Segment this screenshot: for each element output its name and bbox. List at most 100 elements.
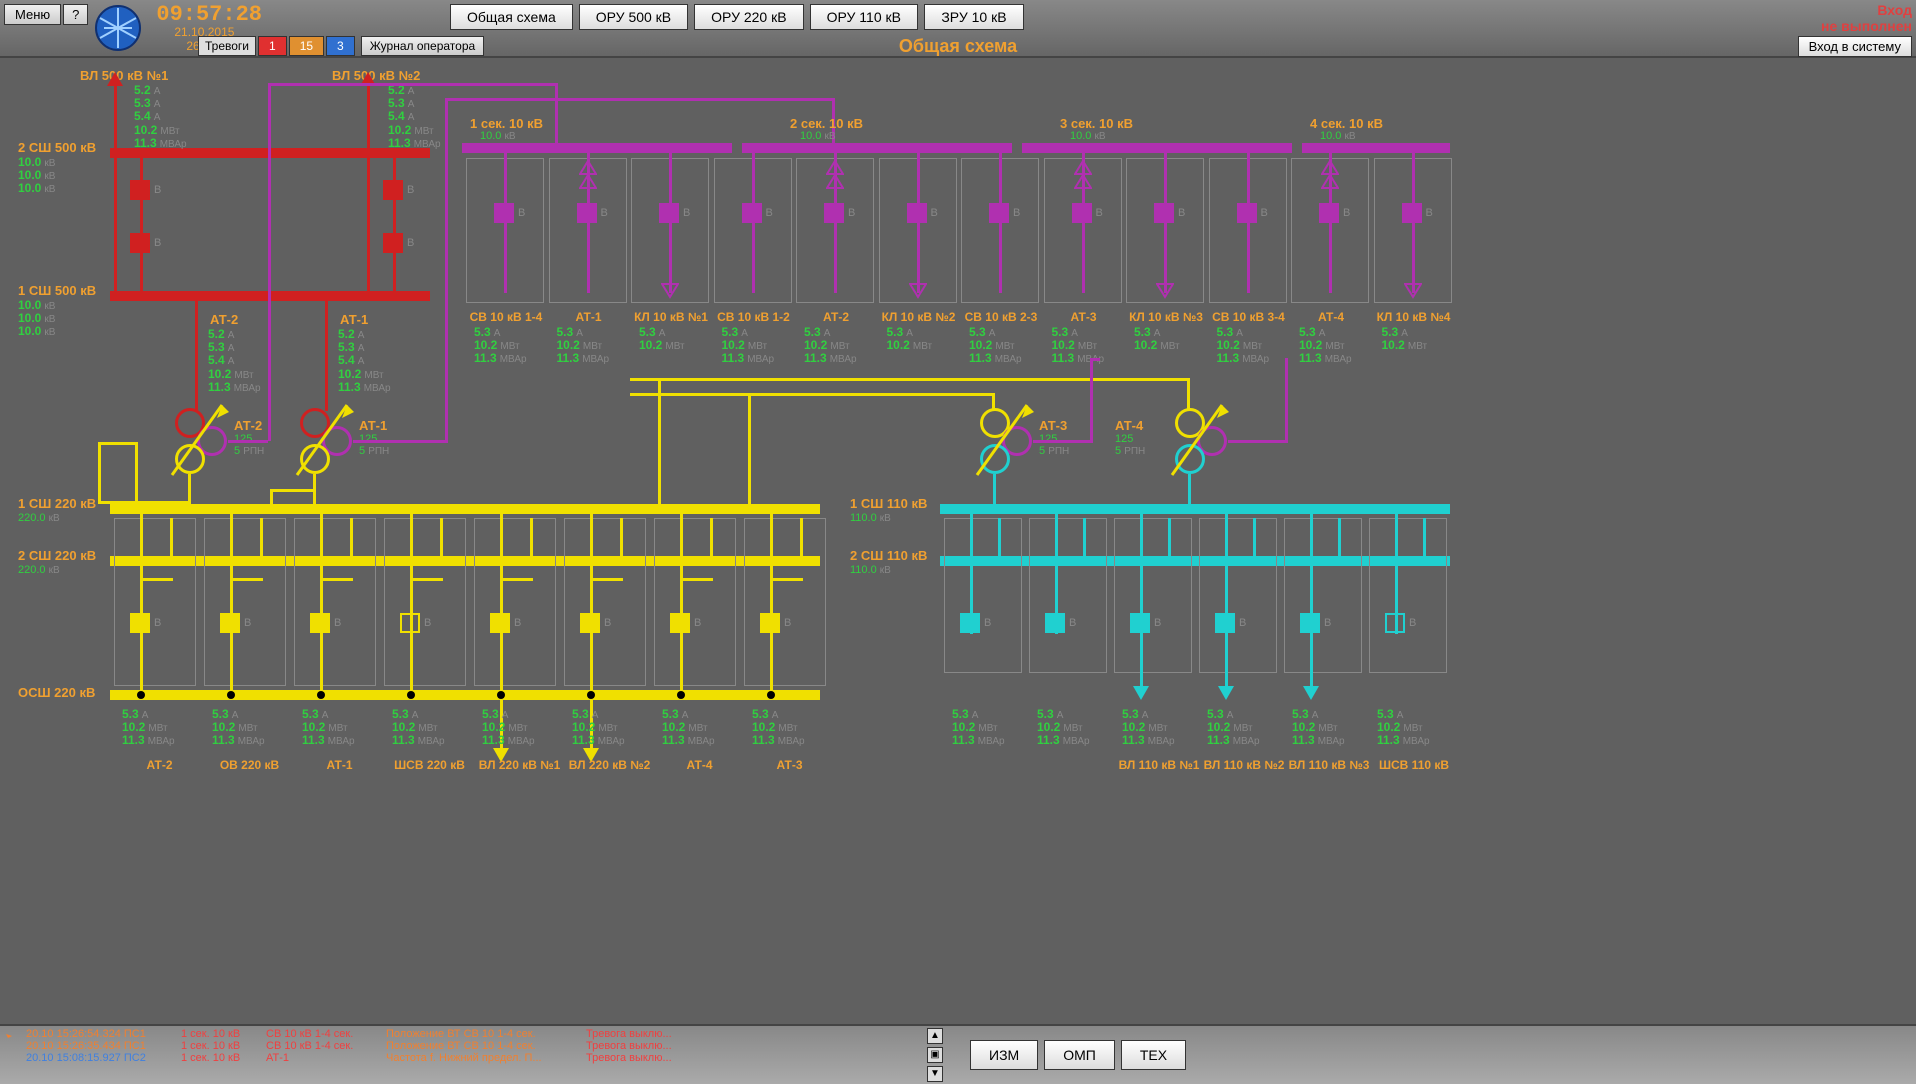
bus-10-sec1[interactable] bbox=[462, 143, 732, 153]
bus-110-2-label: 2 СШ 110 кВ bbox=[850, 548, 927, 563]
bus-110-1-label: 1 СШ 110 кВ bbox=[850, 496, 927, 511]
bay-220kv-label-3: ШСВ 220 кВ bbox=[382, 758, 477, 772]
help-button[interactable]: ? bbox=[63, 4, 88, 25]
scroll-down-icon[interactable]: ▼ bbox=[927, 1066, 943, 1082]
brk-10kv-3[interactable]: В bbox=[742, 203, 773, 223]
bay-10kv-label-1: АТ-1 bbox=[547, 310, 631, 324]
scroll-up-icon[interactable]: ▲ bbox=[927, 1028, 943, 1044]
at1-500-readings: 5.2А5.3А5.4А10.2МВт11.3МВАр bbox=[338, 328, 391, 394]
brk-10kv-10[interactable]: В bbox=[1319, 203, 1350, 223]
bay-220kv-1[interactable] bbox=[204, 518, 286, 686]
brk-10kv-4[interactable]: В bbox=[824, 203, 855, 223]
brk-vl500-2-top[interactable]: В bbox=[383, 180, 414, 200]
scroll-mid-icon[interactable]: ▣ bbox=[927, 1047, 943, 1063]
brk-110kv-3[interactable]: В bbox=[1215, 613, 1246, 633]
alarm-badge-red[interactable]: 1 bbox=[258, 36, 287, 56]
brk-220kv-0[interactable]: В bbox=[130, 613, 161, 633]
bay-220kv-0[interactable] bbox=[114, 518, 196, 686]
btn-teh[interactable]: ТЕХ bbox=[1121, 1040, 1186, 1070]
nav-10kv[interactable]: ЗРУ 10 кВ bbox=[924, 4, 1024, 30]
bus-500-1-readings: 10.0кВ10.0кВ10.0кВ bbox=[18, 299, 55, 339]
alarms-label: Тревоги bbox=[198, 36, 256, 56]
bus-10-sec2[interactable] bbox=[742, 143, 1012, 153]
brk-vl500-2-bot[interactable]: В bbox=[383, 233, 414, 253]
vl500-2-readings: 5.2А5.3А5.4А10.2МВт11.3МВАр bbox=[388, 84, 441, 150]
brk-10kv-5[interactable]: В bbox=[907, 203, 938, 223]
alarm-pin-icon[interactable] bbox=[0, 1026, 20, 1084]
bay-220kv-7[interactable] bbox=[744, 518, 826, 686]
bus-220-osh[interactable] bbox=[110, 690, 820, 700]
brk-10kv-8[interactable]: В bbox=[1154, 203, 1185, 223]
bay-110kv-0[interactable] bbox=[944, 518, 1022, 673]
at1-500-label: АТ-1 bbox=[340, 312, 368, 327]
brk-10kv-0[interactable]: В bbox=[494, 203, 525, 223]
brk-220kv-1[interactable]: В bbox=[220, 613, 251, 633]
brk-vl500-1-top[interactable]: В bbox=[130, 180, 161, 200]
bay-220kv-4[interactable] bbox=[474, 518, 556, 686]
bus-500-2-label: 2 СШ 500 кВ bbox=[18, 140, 96, 155]
diagram-area: 2 СШ 500 кВ 10.0кВ10.0кВ10.0кВ 1 СШ 500 … bbox=[0, 58, 1916, 1024]
brk-10kv-2[interactable]: В bbox=[659, 203, 690, 223]
bay-110kv-5[interactable] bbox=[1369, 518, 1447, 673]
brk-220kv-2[interactable]: В bbox=[310, 613, 341, 633]
bay-110kv-2[interactable] bbox=[1114, 518, 1192, 673]
arrow-down-icon bbox=[1133, 686, 1149, 700]
brk-220kv-5[interactable]: В bbox=[580, 613, 611, 633]
bay-220kv-5[interactable] bbox=[564, 518, 646, 686]
login-button[interactable]: Вход в систему bbox=[1798, 36, 1912, 57]
brk-10kv-1[interactable]: В bbox=[577, 203, 608, 223]
alarm-log[interactable]: 20.10 15:26:54.324 ПС11 сек. 10 кВСВ 10 … bbox=[20, 1026, 920, 1084]
arrow-down-icon bbox=[1156, 283, 1174, 304]
bus-10-sec4[interactable] bbox=[1302, 143, 1450, 153]
bus-220-1-label: 1 СШ 220 кВ bbox=[18, 496, 96, 511]
bay-110kv-1[interactable] bbox=[1029, 518, 1107, 673]
brk-10kv-6[interactable]: В bbox=[989, 203, 1020, 223]
bay-10kv-label-0: СВ 10 кВ 1-4 bbox=[464, 310, 548, 324]
vl500-1-line bbox=[114, 86, 117, 291]
alarm-log-row[interactable]: 20.10 15:26:35.434 ПС11 сек. 10 кВСВ 10 … bbox=[26, 1040, 914, 1052]
bay-220kv-label-2: АТ-1 bbox=[292, 758, 387, 772]
bay-220kv-6[interactable] bbox=[654, 518, 736, 686]
brk-110kv-0[interactable]: В bbox=[960, 613, 991, 633]
bay-220kv-2[interactable] bbox=[294, 518, 376, 686]
brk-220kv-7[interactable]: В bbox=[760, 613, 791, 633]
alarm-log-row[interactable]: 20.10 15:26:54.324 ПС11 сек. 10 кВСВ 10 … bbox=[26, 1028, 914, 1040]
brk-110kv-4[interactable]: В bbox=[1300, 613, 1331, 633]
bay-110kv-3[interactable] bbox=[1199, 518, 1277, 673]
bay-10kv-label-2: КЛ 10 кВ №1 bbox=[629, 310, 713, 324]
btn-omp[interactable]: ОМП bbox=[1044, 1040, 1115, 1070]
brk-220kv-3[interactable]: В bbox=[400, 613, 431, 633]
bay-10kv-label-5: КЛ 10 кВ №2 bbox=[877, 310, 961, 324]
operator-journal-button[interactable]: Журнал оператора bbox=[361, 36, 484, 56]
nav-500kv[interactable]: ОРУ 500 кВ bbox=[579, 4, 688, 30]
alarm-log-row[interactable]: 20.10 15:08:15.927 ПС21 сек. 10 кВАТ-1Ча… bbox=[26, 1052, 914, 1064]
brk-vl500-1-bot[interactable]: В bbox=[130, 233, 161, 253]
bus-220-2-label: 2 СШ 220 кВ bbox=[18, 548, 96, 563]
alarm-badge-orange[interactable]: 15 bbox=[289, 36, 324, 56]
alarm-badge-blue[interactable]: 3 bbox=[326, 36, 355, 56]
brk-10kv-9[interactable]: В bbox=[1237, 203, 1268, 223]
brk-220kv-6[interactable]: В bbox=[670, 613, 701, 633]
arrow-down-icon bbox=[1218, 686, 1234, 700]
brk-110kv-2[interactable]: В bbox=[1130, 613, 1161, 633]
arrow-up-icon bbox=[1074, 160, 1092, 195]
arrow-down-icon bbox=[1404, 283, 1422, 304]
bus-110-1[interactable] bbox=[940, 504, 1450, 514]
arrow-up-icon bbox=[826, 160, 844, 195]
alarm-row: Тревоги 1 15 3 Журнал оператора bbox=[198, 36, 484, 56]
brk-10kv-7[interactable]: В bbox=[1072, 203, 1103, 223]
nav-overview[interactable]: Общая схема bbox=[450, 4, 573, 30]
bay-10kv-label-3: СВ 10 кВ 1-2 bbox=[712, 310, 796, 324]
brk-10kv-11[interactable]: В bbox=[1402, 203, 1433, 223]
bay-110kv-4[interactable] bbox=[1284, 518, 1362, 673]
nav-110kv[interactable]: ОРУ 110 кВ bbox=[810, 4, 918, 30]
brk-220kv-4[interactable]: В bbox=[490, 613, 521, 633]
bus-220-1[interactable] bbox=[110, 504, 820, 514]
brk-110kv-5[interactable]: В bbox=[1385, 613, 1416, 633]
brk-110kv-1[interactable]: В bbox=[1045, 613, 1076, 633]
menu-button[interactable]: Меню bbox=[4, 4, 61, 25]
bay-220kv-3[interactable] bbox=[384, 518, 466, 686]
nav-220kv[interactable]: ОРУ 220 кВ bbox=[694, 4, 803, 30]
bus-10-sec3[interactable] bbox=[1022, 143, 1292, 153]
btn-izm[interactable]: ИЗМ bbox=[970, 1040, 1038, 1070]
